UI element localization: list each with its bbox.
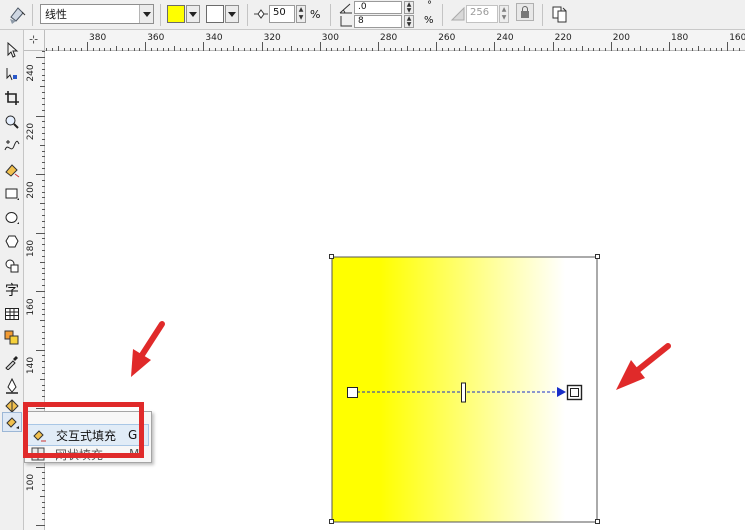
edge-pad-spinner[interactable]: ▲ ▼ xyxy=(404,15,414,28)
midpoint-input[interactable]: 50 xyxy=(269,5,295,23)
midpoint-icon xyxy=(253,5,269,23)
angle-spinner[interactable]: ▲ ▼ xyxy=(404,1,414,14)
ruler-label: 100 xyxy=(26,474,36,491)
property-bar: 线性 50 ▲ ▼ % .0 ▲ ▼ ° 8 ▲ ▼ % 256 ▲ ▼ xyxy=(0,0,745,30)
angle-icon xyxy=(338,1,354,15)
ruler-label: 320 xyxy=(264,33,281,43)
end-color-swatch[interactable] xyxy=(206,5,224,23)
crop-icon[interactable] xyxy=(2,88,22,108)
zoom-icon[interactable] xyxy=(2,112,22,132)
steps-icon xyxy=(450,5,466,23)
annotation-arrow-left-icon xyxy=(131,321,165,377)
annotation-arrow-right-icon xyxy=(616,343,671,390)
ruler-label: 160 xyxy=(729,33,745,43)
ruler-label: 240 xyxy=(26,64,36,81)
outline-pen-icon[interactable] xyxy=(2,376,22,396)
ruler-label: 280 xyxy=(380,33,397,43)
ruler-label: 180 xyxy=(671,33,688,43)
ruler-label: 380 xyxy=(89,33,106,43)
fill-type-value: 线性 xyxy=(45,8,67,21)
gradient-midpoint-handle[interactable] xyxy=(461,382,466,403)
copy-fill-icon[interactable] xyxy=(550,4,570,24)
table-icon[interactable] xyxy=(2,304,22,324)
ruler-label: 260 xyxy=(438,33,455,43)
ruler-label: 220 xyxy=(26,123,36,140)
rectangle-icon[interactable] xyxy=(2,184,22,204)
chevron-down-icon xyxy=(139,5,153,23)
basic-shapes-icon[interactable] xyxy=(2,256,22,276)
horizontal-ruler-ticks: 380 360 340 320 300 280 260 240 220 200 180 160 xyxy=(46,33,745,51)
midpoint-unit: % xyxy=(310,8,321,21)
annotation-highlight-box xyxy=(23,402,144,458)
horizontal-ruler[interactable]: 380 360 340 320 300 280 260 240 220 200 180 160 xyxy=(45,30,745,51)
fill-type-select[interactable]: 线性 xyxy=(40,4,154,24)
steps-input[interactable]: 256 xyxy=(466,5,498,23)
ruler-label: 240 xyxy=(496,33,513,43)
edge-pad-icon xyxy=(338,15,354,28)
ruler-label: 200 xyxy=(26,181,36,198)
polygon-icon[interactable] xyxy=(2,232,22,252)
pick-icon[interactable] xyxy=(2,40,22,60)
start-color-swatch[interactable] xyxy=(167,5,185,23)
corel-draw-window: 线性 50 ▲ ▼ % .0 ▲ ▼ ° 8 ▲ ▼ % 256 ▲ ▼ 字 ⊹… xyxy=(0,0,745,530)
freehand-icon[interactable] xyxy=(2,136,22,156)
start-color-dropdown[interactable] xyxy=(186,5,200,23)
steps-spinner[interactable]: ▲ ▼ xyxy=(499,5,509,23)
ruler-origin-symbol: ⊹ xyxy=(29,33,39,46)
ruler-label: 200 xyxy=(613,33,630,43)
end-color-dropdown[interactable] xyxy=(225,5,239,23)
interactive-fill-icon[interactable] xyxy=(2,412,22,432)
ruler-label: 180 xyxy=(26,240,36,257)
gradient-start-handle[interactable] xyxy=(347,387,358,398)
ruler-label: 140 xyxy=(26,357,36,374)
ellipse-icon[interactable] xyxy=(2,208,22,228)
midpoint-spinner[interactable]: ▲ ▼ xyxy=(296,5,306,23)
text-icon[interactable]: 字 xyxy=(2,280,22,300)
blend-icon[interactable] xyxy=(2,328,22,348)
ruler-label: 360 xyxy=(147,33,164,43)
ruler-label: 160 xyxy=(26,298,36,315)
smart-fill-icon[interactable] xyxy=(2,160,22,180)
eyedropper-icon[interactable] xyxy=(2,352,22,372)
ruler-origin[interactable]: ⊹ xyxy=(24,30,45,51)
edge-pad-input[interactable]: 8 xyxy=(354,15,402,28)
fill-dialog-icon[interactable] xyxy=(6,3,28,25)
ruler-label: 340 xyxy=(205,33,222,43)
ruler-label: 220 xyxy=(555,33,572,43)
steps-lock-icon[interactable] xyxy=(516,3,534,21)
gradient-end-handle-inner xyxy=(570,388,579,397)
ruler-label: 300 xyxy=(322,33,339,43)
toolbox: 字 xyxy=(0,30,24,530)
angle-input[interactable]: .0 xyxy=(354,1,402,14)
shape-icon[interactable] xyxy=(2,64,22,84)
